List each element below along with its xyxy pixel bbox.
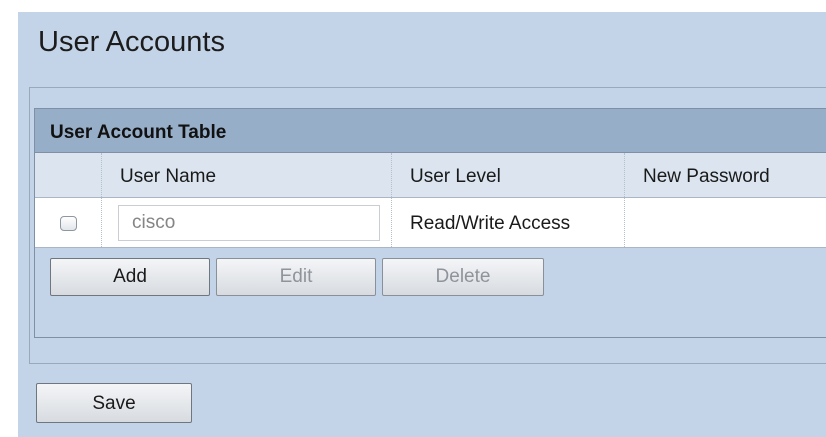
delete-button[interactable]: Delete — [382, 258, 544, 296]
header-user-level: User Level — [392, 153, 625, 197]
header-new-password: New Password — [625, 153, 826, 197]
table-action-bar: Add Edit Delete — [35, 248, 826, 339]
row-select-checkbox[interactable] — [60, 216, 77, 231]
user-name-cell — [102, 198, 392, 247]
table-header-row: User Name User Level New Password — [35, 153, 826, 198]
table-row: Read/Write Access — [35, 198, 826, 248]
user-level-value: Read/Write Access — [410, 213, 571, 234]
row-select-cell — [35, 198, 102, 247]
header-user-name-label: User Name — [120, 166, 217, 187]
table-caption: User Account Table — [35, 109, 826, 153]
header-user-name: User Name — [102, 153, 392, 197]
edit-button[interactable]: Edit — [216, 258, 376, 296]
save-button[interactable]: Save — [36, 383, 192, 423]
page-title: User Accounts — [38, 26, 225, 58]
header-select-column — [35, 153, 102, 197]
user-account-table: User Account Table User Name User Level … — [34, 108, 826, 338]
header-new-password-label: New Password — [643, 166, 770, 187]
add-button[interactable]: Add — [50, 258, 210, 296]
user-level-cell: Read/Write Access — [392, 198, 625, 247]
header-user-level-label: User Level — [410, 166, 501, 187]
new-password-cell — [625, 198, 826, 247]
user-name-input[interactable] — [118, 205, 380, 241]
